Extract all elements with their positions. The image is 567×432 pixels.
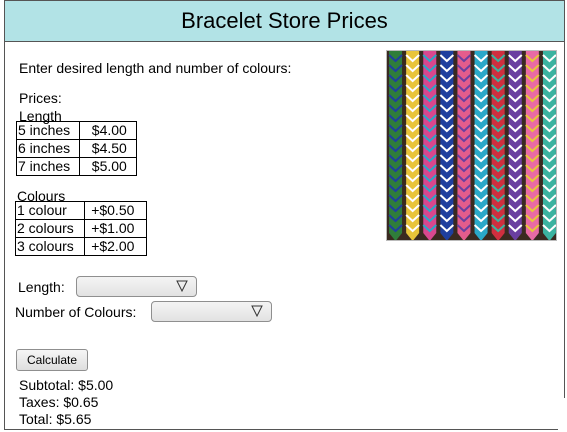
taxes-text: Taxes: $0.65 <box>19 394 99 410</box>
colour-price-cell: +$1.00 <box>84 219 147 238</box>
length-label-cell: 7 inches <box>16 157 80 176</box>
table-row: 6 inches $4.50 <box>16 139 138 158</box>
instructions-text: Enter desired length and number of colou… <box>19 60 292 76</box>
colour-label-cell: 3 colours <box>14 237 86 256</box>
length-select[interactable] <box>76 276 197 297</box>
calculate-button[interactable]: Calculate <box>16 349 88 371</box>
table-row: 2 colours +$1.00 <box>14 219 147 238</box>
colour-price-cell: +$2.00 <box>84 237 147 256</box>
chevron-down-icon <box>176 280 188 292</box>
bracelet-tip <box>406 233 420 240</box>
total-text: Total: $5.65 <box>19 411 92 427</box>
table-row: 1 colour +$0.50 <box>14 201 147 220</box>
colour-label-cell: 2 colours <box>14 219 86 238</box>
colours-price-table: 1 colour +$0.50 2 colours +$1.00 3 colou… <box>14 201 147 256</box>
chevron-down-icon <box>251 305 263 317</box>
prices-heading: Prices: <box>19 90 62 106</box>
bracelet-tip <box>508 233 522 240</box>
length-label-cell: 5 inches <box>16 121 80 140</box>
length-price-cell: $4.00 <box>78 121 138 140</box>
bracelet-tip <box>389 233 403 240</box>
page-title: Bracelet Store Prices <box>181 8 388 33</box>
table-row: 5 inches $4.00 <box>16 121 138 140</box>
colours-label: Number of Colours: <box>15 304 137 320</box>
app-window: Bracelet Store Prices Enter desired leng… <box>4 0 565 430</box>
bracelet-tip <box>457 233 471 240</box>
bracelets-image <box>388 51 556 240</box>
length-price-cell: $5.00 <box>78 157 138 176</box>
length-price-cell: $4.50 <box>78 139 138 158</box>
window-corner-gap <box>558 398 567 432</box>
table-row: 3 colours +$2.00 <box>14 237 147 256</box>
bracelet-tip <box>542 233 556 240</box>
colours-select[interactable] <box>151 301 272 322</box>
bracelets-photo <box>386 50 557 241</box>
length-label-cell: 6 inches <box>16 139 80 158</box>
length-price-table: 5 inches $4.00 6 inches $4.50 7 inches $… <box>16 121 138 176</box>
bracelet-tip <box>491 233 505 240</box>
colour-price-cell: +$0.50 <box>84 201 147 220</box>
bracelet-tip <box>525 233 539 240</box>
colour-label-cell: 1 colour <box>14 201 86 220</box>
bracelet-tip <box>423 233 437 240</box>
title-bar: Bracelet Store Prices <box>5 1 564 42</box>
bracelet-tip <box>474 233 488 240</box>
subtotal-text: Subtotal: $5.00 <box>19 377 114 393</box>
length-label: Length: <box>18 279 65 295</box>
bracelet-tip <box>440 233 454 240</box>
table-row: 7 inches $5.00 <box>16 157 138 176</box>
